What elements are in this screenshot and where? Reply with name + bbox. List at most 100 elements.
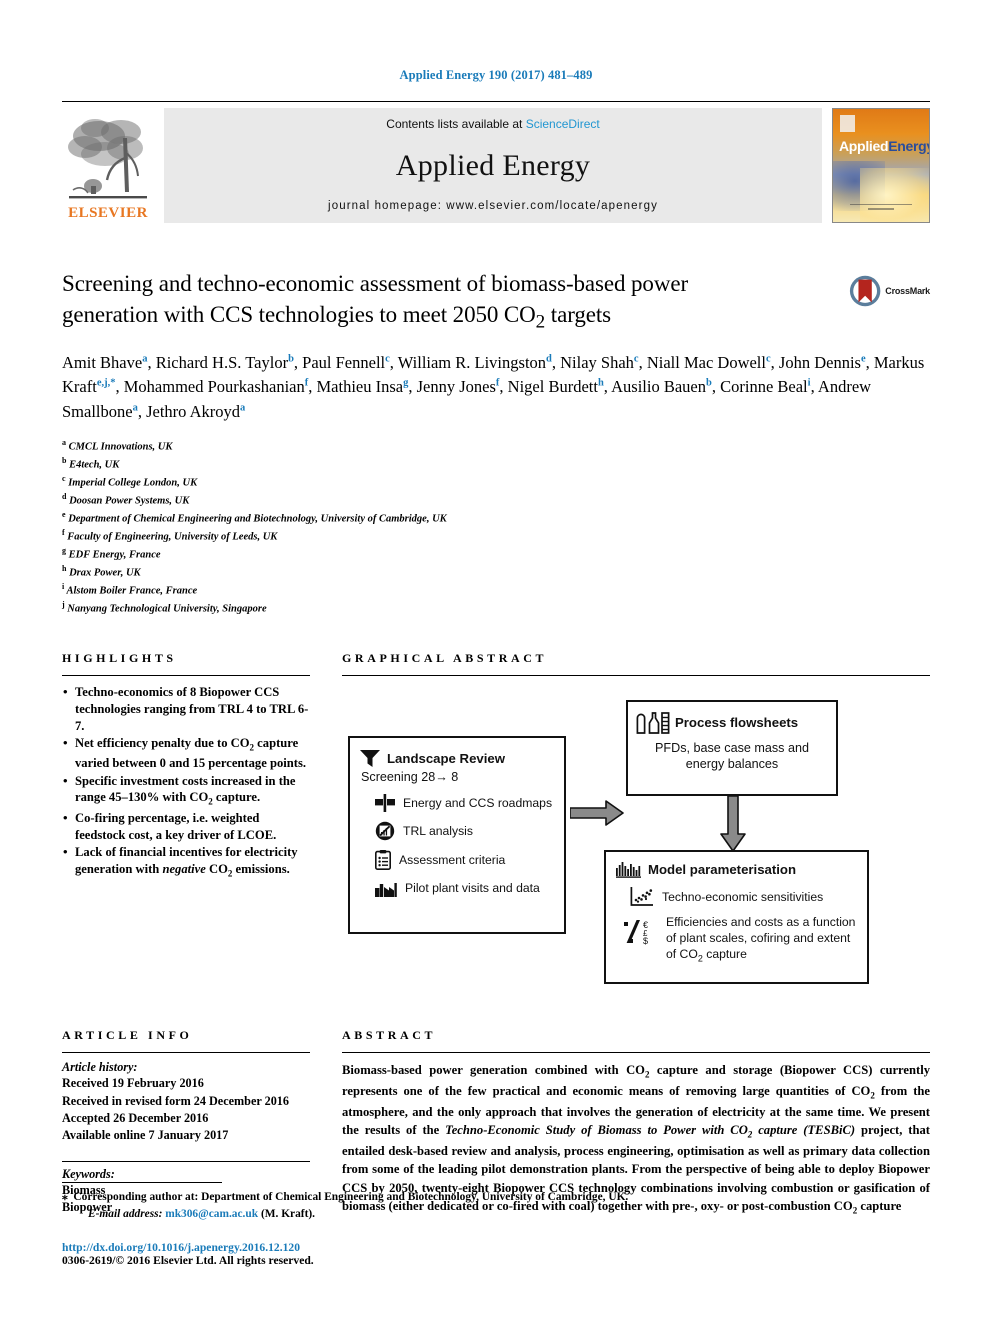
- clipboard-icon: [375, 849, 391, 870]
- page-title: Screening and techno-economic assessment…: [62, 269, 852, 335]
- abstract-rule: [342, 1052, 930, 1054]
- corresponding-author-mark: ⁎: [62, 1190, 68, 1203]
- affiliation-item: a CMCL Innovations, UK: [62, 437, 173, 453]
- landscape-row-criteria: Assessment criteria: [375, 849, 555, 870]
- highlights-list: Techno-economics of 8 Biopower CCS techn…: [62, 683, 310, 880]
- gauge-icon: [375, 821, 395, 841]
- author-affiliation-marker: e,j,*: [96, 377, 116, 389]
- arrow-landscape-to-flowsheets-icon: [570, 800, 624, 827]
- process-flowsheets-body-line1: PFDs, base case mass and: [655, 741, 809, 756]
- affiliation-marker: d: [62, 492, 67, 501]
- author-affiliation-marker: i: [807, 377, 811, 389]
- email-label: E-mail address:: [88, 1207, 163, 1220]
- article-history-item: Received 19 February 2016: [62, 1076, 204, 1091]
- copyright-line: 0306-2619/© 2016 Elsevier Ltd. All right…: [62, 1254, 314, 1267]
- author-affiliation-marker: a: [240, 402, 246, 414]
- journal-name: Applied Energy: [395, 148, 591, 182]
- landscape-row-roadmaps-label: Energy and CCS roadmaps: [403, 795, 553, 810]
- crossmark-badge[interactable]: CrossMark: [848, 271, 930, 311]
- affiliation-marker: b: [62, 455, 67, 465]
- article-history: Article history: Received 19 February 20…: [62, 1060, 310, 1144]
- sciencedirect-link[interactable]: ScienceDirect: [526, 117, 600, 131]
- author-affiliation-marker: f: [304, 377, 309, 389]
- author-affiliation-marker: a: [142, 353, 148, 365]
- cover-title: AppliedEnergy: [839, 138, 929, 154]
- author-affiliation-marker: d: [546, 353, 552, 365]
- email-owner: (M. Kraft).: [260, 1207, 316, 1220]
- highlights-column: HIGHLIGHTS Techno-economics of 8 Biopowe…: [62, 651, 310, 1006]
- landscape-row-trl: TRL analysis: [375, 821, 555, 841]
- model-row-efficiencies: € £ $ Efficiencies and costs as a functi…: [624, 915, 857, 965]
- svg-text:$: $: [643, 936, 648, 946]
- process-flowsheets-title: Process flowsheets: [675, 714, 799, 730]
- landscape-row-pilot: Pilot plant visits and data: [375, 879, 555, 897]
- graphical-abstract-rule: [342, 675, 930, 677]
- affiliation-marker: e: [62, 510, 66, 520]
- running-head: Applied Energy 190 (2017) 481–489: [399, 68, 593, 82]
- author-affiliation-marker: h: [597, 377, 604, 389]
- corresponding-author-note: ⁎ Corresponding author at: Department of…: [62, 1189, 930, 1206]
- landscape-row-criteria-label: Assessment criteria: [399, 852, 506, 867]
- author-name: Mathieu Insa: [316, 377, 404, 397]
- affiliation-item: e Department of Chemical Engineering and…: [62, 510, 447, 525]
- affiliation-item: j Nanyang Technological University, Sing…: [62, 600, 267, 615]
- author-affiliation-marker: a: [132, 402, 138, 414]
- landscape-row-trl-label: TRL analysis: [403, 823, 473, 838]
- footnote-rule: [62, 1181, 222, 1183]
- page-footer: ⁎ Corresponding author at: Department of…: [62, 1181, 930, 1267]
- email-link[interactable]: mk306@cam.ac.uk: [165, 1208, 258, 1220]
- affiliation-item: i Alstom Boiler France, France: [62, 582, 198, 597]
- process-flowsheets-body: PFDs, base case mass and energy balances: [636, 741, 828, 772]
- highlights-rule: [62, 675, 310, 677]
- journal-masthead: ELSEVIER Contents lists available at Sci…: [62, 101, 930, 223]
- journal-cover-thumbnail: AppliedEnergy: [832, 108, 930, 223]
- title-block: Screening and techno-economic assessment…: [62, 269, 930, 617]
- landscape-row-pilot-label: Pilot plant visits and data: [405, 880, 540, 895]
- model-row-sensitivities: Techno-economic sensitivities: [630, 887, 857, 907]
- author-name: Paul Fennell: [302, 352, 386, 372]
- doi-link[interactable]: http://dx.doi.org/10.1016/j.apenergy.201…: [62, 1241, 930, 1254]
- article-history-label: Article history:: [62, 1060, 138, 1075]
- landscape-row-roadmaps: Energy and CCS roadmaps: [375, 793, 555, 812]
- author-affiliation-marker: e: [860, 353, 866, 365]
- author-name: Ausilio Bauen: [611, 377, 707, 397]
- elsevier-tree-icon: [68, 119, 147, 199]
- graphical-abstract-column: GRAPHICAL ABSTRACT Landscape Review Scre…: [342, 651, 930, 1006]
- cover-elsevier-mark-icon: [840, 115, 855, 132]
- process-flowsheets-body-line2: energy balances: [685, 756, 779, 771]
- keywords-label: Keywords:: [62, 1166, 115, 1181]
- affiliation-item: b E4tech, UK: [62, 455, 120, 471]
- journal-article-first-page: Applied Energy 190 (2017) 481–489 ELSEVI…: [0, 0, 992, 1323]
- affiliation-marker: j: [62, 600, 65, 610]
- highlight-item: Techno-economics of 8 Biopower CCS techn…: [62, 683, 310, 734]
- model-parameterisation-title: Model parameterisation: [648, 861, 797, 877]
- graphical-abstract-heading: GRAPHICAL ABSTRACT: [342, 651, 548, 666]
- article-history-item: Available online 7 January 2017: [62, 1128, 229, 1143]
- factory-icon: [375, 882, 397, 897]
- title-line-2b: targets: [545, 301, 611, 327]
- percent-currency-icon: € £ $: [624, 920, 648, 946]
- author-affiliation-marker: b: [706, 377, 712, 389]
- article-history-item: Received in revised form 24 December 201…: [62, 1093, 289, 1108]
- elsevier-wordmark: ELSEVIER: [68, 205, 148, 221]
- contents-line: Contents lists available at ScienceDirec…: [386, 117, 599, 131]
- affiliation-marker: g: [62, 546, 66, 556]
- article-history-item: Accepted 26 December 2016: [62, 1110, 209, 1125]
- affiliation-item: g EDF Energy, France: [62, 546, 161, 561]
- author-list: Amit Bhavea, Richard H.S. Taylorb, Paul …: [62, 352, 925, 422]
- author-affiliation-marker: f: [495, 377, 500, 389]
- author-affiliation-marker: g: [403, 377, 409, 389]
- affiliation-marker: f: [62, 528, 65, 538]
- graphical-abstract-diagram: Landscape Review Screening 28→ 8 Energy …: [342, 688, 930, 1006]
- author-affiliation-marker: c: [765, 353, 771, 365]
- signpost-icon: [375, 793, 395, 812]
- contents-prefix: Contents lists available at: [386, 117, 526, 131]
- crossmark-icon: [849, 275, 881, 307]
- journal-homepage[interactable]: journal homepage: www.elsevier.com/locat…: [328, 200, 658, 212]
- affiliation-item: d Doosan Power Systems, UK: [62, 492, 190, 507]
- title-co2-subscript: 2: [535, 311, 546, 333]
- author-name: Jethro Akroyd: [146, 402, 241, 422]
- affiliation-item: f Faculty of Engineering, University of …: [62, 528, 278, 543]
- landscape-review-box: Landscape Review Screening 28→ 8 Energy …: [348, 736, 566, 935]
- title-line-2a: generation with CCS technologies to meet…: [62, 301, 536, 327]
